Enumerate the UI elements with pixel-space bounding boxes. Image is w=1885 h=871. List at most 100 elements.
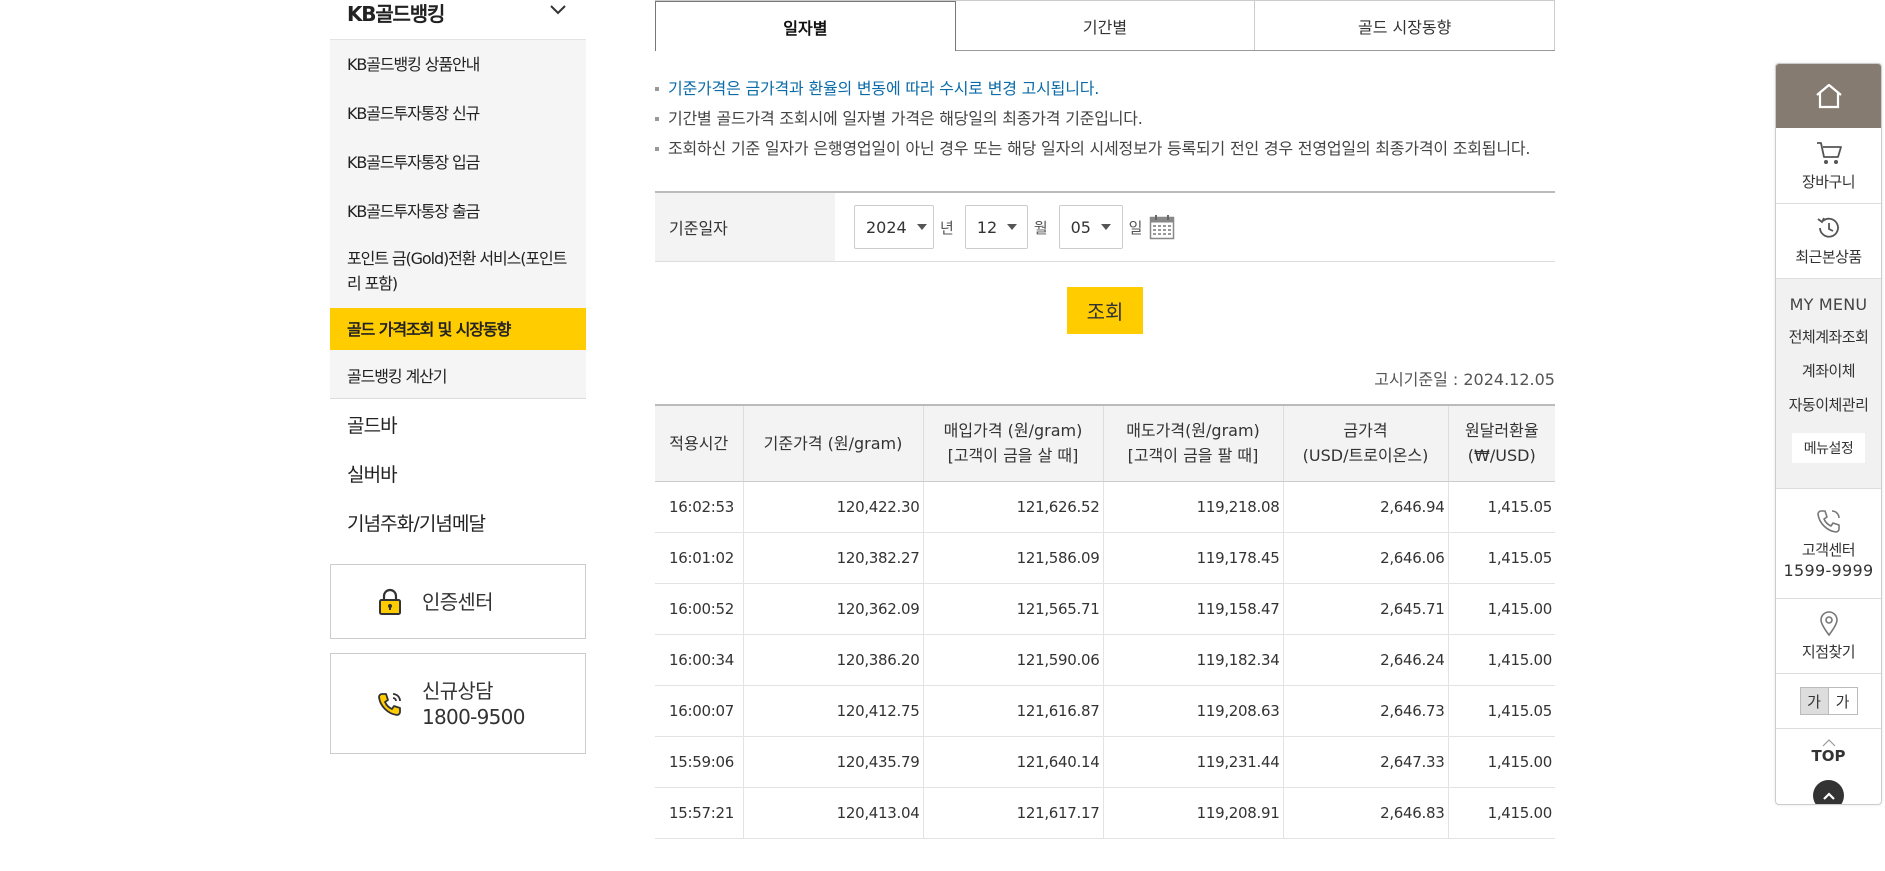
home-button[interactable]: [1776, 64, 1881, 128]
cell-base-price: 120,362.09: [742, 583, 923, 635]
scroll-top-button[interactable]: TOP: [1776, 729, 1881, 774]
col-header-label: 매도가격(원/gram): [1126, 421, 1260, 441]
cell-exchange-rate: 1,415.00: [1447, 736, 1555, 788]
cell-sell-price: 119,158.47: [1102, 583, 1283, 635]
my-menu-link-all-accounts[interactable]: 전체계좌조회: [1789, 326, 1869, 347]
cell-gold-price: 2,646.94: [1282, 481, 1448, 533]
table-row: 16:00:52 120,362.09 121,565.71 119,158.47 2,…: [655, 583, 1555, 635]
col-header-sublabel: [고객이 금을 팔 때]: [1127, 446, 1259, 466]
search-button[interactable]: 조회: [1067, 287, 1143, 334]
cell-buy-price: 121,640.14: [922, 736, 1103, 788]
sidebar-menu: KB골드뱅킹 상품안내 KB골드투자통장 신규 KB골드투자통장 입금 KB골드…: [330, 40, 586, 398]
sidebar-header[interactable]: KB골드뱅킹: [330, 0, 586, 40]
day-unit: 일: [1128, 218, 1143, 237]
col-header-label: 매입가격 (원/gram): [943, 421, 1083, 441]
cell-gold-price: 2,647.33: [1282, 736, 1448, 788]
cell-exchange-rate: 1,415.05: [1447, 532, 1555, 584]
customer-center-button[interactable]: 고객센터 1599-9999: [1776, 489, 1881, 599]
sidebar-item-product-guide[interactable]: KB골드뱅킹 상품안내: [330, 40, 586, 89]
my-menu-link-transfer[interactable]: 계좌이체: [1802, 360, 1856, 381]
table-row: 16:00:07 120,412.75 121,616.87 119,208.63 2,…: [655, 685, 1555, 737]
sidebar-category-gold-bar[interactable]: 골드바: [330, 400, 586, 449]
calendar-icon[interactable]: [1149, 214, 1175, 240]
table-row: 16:01:02 120,382.27 121,586.09 119,178.45 2,…: [655, 532, 1555, 584]
tab-bar: 일자별 기간별 골드 시장동향: [655, 1, 1556, 51]
cell-base-price: 120,412.75: [742, 685, 923, 737]
main-content: 일자별 기간별 골드 시장동향 기준가격은 금가격과 환율의 변동에 따라 수시…: [655, 0, 1556, 839]
month-select[interactable]: 12: [964, 205, 1028, 249]
cell-base-price: 120,435.79: [742, 736, 923, 788]
cell-exchange-rate: 1,415.05: [1447, 685, 1555, 737]
cell-gold-price: 2,646.24: [1282, 634, 1448, 686]
history-icon: [1816, 217, 1839, 238]
cell-time: 16:00:52: [655, 583, 743, 635]
tab-market-trend[interactable]: 골드 시장동향: [1255, 1, 1556, 50]
font-size-controls: 가 가: [1776, 674, 1881, 729]
col-header-sublabel: [고객이 금을 살 때]: [947, 446, 1079, 466]
menu-settings-button[interactable]: 메뉴설정: [1791, 433, 1866, 463]
gold-price-table: 적용시간 기준가격 (원/gram) 매입가격 (원/gram) [고객이 금을 …: [655, 404, 1555, 839]
sidebar-item-deposit[interactable]: KB골드투자통장 입금: [330, 138, 586, 187]
consult-phone: 1800-9500: [422, 704, 525, 729]
recent-products-button[interactable]: 최근본상품: [1776, 204, 1881, 279]
col-header-label: 기준가격 (원/gram): [763, 433, 903, 453]
font-size-small-button[interactable]: 가: [1799, 687, 1829, 715]
quick-menu: 장바구니 최근본상품 MY MENU 전체계좌조회 계좌이체 자동이체관리 메뉴…: [1775, 63, 1882, 805]
sidebar-header-title: KB골드뱅킹: [347, 2, 445, 26]
sidebar-item-point-conversion[interactable]: 포인트 금(Gold)전환 서비스(포인트리 포함): [330, 236, 586, 306]
my-menu: MY MENU 전체계좌조회 계좌이체 자동이체관리 메뉴설정: [1776, 279, 1881, 489]
customer-center-number: 1599-9999: [1783, 561, 1874, 580]
caret-down-icon: [1007, 224, 1018, 230]
cell-gold-price: 2,645.71: [1282, 583, 1448, 635]
lock-icon: [379, 588, 401, 615]
sidebar-item-calculator[interactable]: 골드뱅킹 계산기: [330, 354, 586, 398]
tab-period[interactable]: 기간별: [955, 1, 1256, 50]
recent-products-label: 최근본상품: [1795, 248, 1862, 266]
scroll-top-label: TOP: [1811, 746, 1846, 765]
year-select-value: 2024: [866, 217, 907, 237]
auth-center-button[interactable]: 인증센터: [330, 564, 586, 639]
new-consult-button[interactable]: 신규상담 1800-9500: [330, 653, 586, 754]
tab-bar-wrap: 일자별 기간별 골드 시장동향: [655, 0, 1556, 51]
date-search-label: 기준일자: [655, 193, 835, 261]
my-menu-title: MY MENU: [1789, 295, 1868, 314]
table-row: 15:57:21 120,413.04 121,617.17 119,208.91 2,…: [655, 787, 1555, 839]
cell-buy-price: 121,617.17: [922, 787, 1103, 839]
year-select[interactable]: 2024: [854, 205, 934, 249]
cell-sell-price: 119,182.34: [1102, 634, 1283, 686]
sidebar-category-silver-bar[interactable]: 실버바: [330, 449, 586, 498]
table-row: 16:00:34 120,386.20 121,590.06 119,182.34 2,…: [655, 634, 1555, 686]
cell-base-price: 120,413.04: [742, 787, 923, 839]
col-header-label: 적용시간: [669, 433, 729, 453]
my-menu-link-auto-transfer[interactable]: 자동이체관리: [1789, 394, 1869, 415]
cart-label: 장바구니: [1801, 172, 1856, 191]
left-sidebar: KB골드뱅킹 KB골드뱅킹 상품안내 KB골드투자통장 신규 KB골드투자통장 …: [330, 0, 586, 768]
cell-buy-price: 121,590.06: [922, 634, 1103, 686]
cell-base-price: 120,386.20: [742, 634, 923, 686]
date-search-row: 기준일자 2024 년 12 월 05 일: [655, 191, 1555, 262]
tab-daily[interactable]: 일자별: [655, 1, 956, 51]
sidebar-item-gold-price[interactable]: 골드 가격조회 및 시장동향: [330, 308, 586, 350]
cell-buy-price: 121,586.09: [922, 532, 1103, 584]
font-size-large-button[interactable]: 가: [1828, 687, 1858, 715]
chevron-down-icon[interactable]: [548, 0, 568, 19]
sidebar-item-open-account[interactable]: KB골드투자통장 신규: [330, 89, 586, 138]
sidebar-item-withdraw[interactable]: KB골드투자통장 출금: [330, 187, 586, 236]
cell-sell-price: 119,231.44: [1102, 736, 1283, 788]
phone-icon: [378, 692, 401, 716]
col-header-label: 금가격: [1343, 421, 1388, 441]
col-header-buy-price: 매입가격 (원/gram) [고객이 금을 살 때]: [922, 405, 1103, 482]
scroll-up-button[interactable]: [1813, 780, 1844, 804]
date-search-fields: 2024 년 12 월 05 일: [835, 193, 1175, 261]
col-header-sublabel: (₩/USD): [1467, 446, 1536, 466]
branch-finder-button[interactable]: 지점찾기: [1776, 599, 1881, 674]
cell-sell-price: 119,218.08: [1102, 481, 1283, 533]
col-header-sublabel: (USD/트로이온스): [1302, 446, 1429, 466]
phone-icon: [1816, 510, 1840, 533]
day-select[interactable]: 05: [1058, 205, 1123, 249]
cell-time: 15:57:21: [655, 787, 743, 839]
sidebar-category-coin-medal[interactable]: 기념주화/기념메달: [330, 498, 586, 547]
table-row: 15:59:06 120,435.79 121,640.14 119,231.44 2,…: [655, 736, 1555, 788]
notice-date: 고시기준일 : 2024.12.05: [1374, 370, 1555, 389]
cart-button[interactable]: 장바구니: [1776, 128, 1881, 204]
